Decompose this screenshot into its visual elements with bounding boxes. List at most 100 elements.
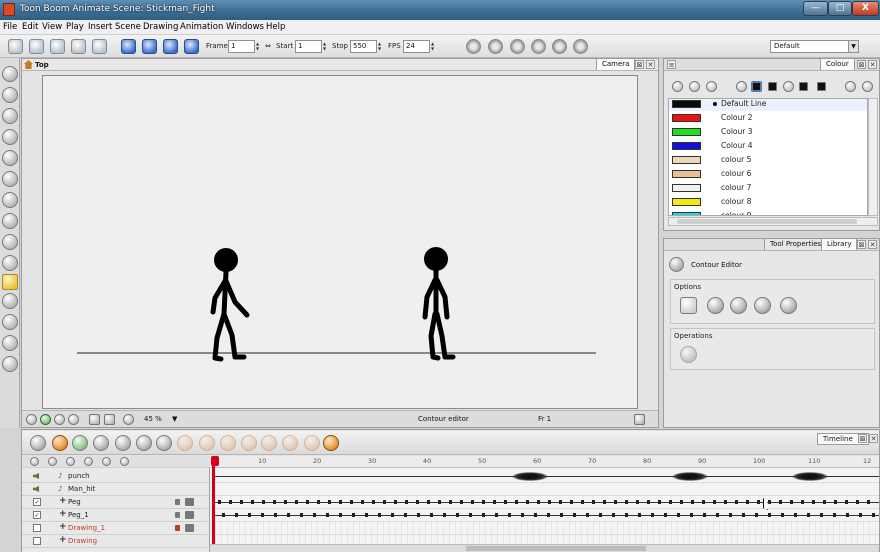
workspace-layout-select[interactable]: Default ▼ — [770, 40, 859, 53]
keyframe-marker[interactable] — [416, 500, 419, 504]
keyframe-marker[interactable] — [794, 513, 797, 517]
timeline-menu-icon[interactable] — [30, 435, 46, 451]
keyframe-marker[interactable] — [703, 513, 706, 517]
keyframe-marker[interactable] — [812, 500, 815, 504]
keyframe-marker[interactable] — [625, 513, 628, 517]
secondary-colour-swatch[interactable] — [799, 82, 808, 91]
keyframe-marker[interactable] — [859, 513, 862, 517]
zoom-tool-icon[interactable] — [2, 314, 18, 330]
keyframe-marker[interactable] — [856, 500, 859, 504]
layer-row-man-hit[interactable]: ♪ Man_hit — [22, 483, 210, 496]
add-keyframe-icon[interactable] — [115, 435, 131, 451]
keyframe-marker[interactable] — [287, 513, 290, 517]
keyframe-marker[interactable] — [251, 500, 254, 504]
drawing-stage[interactable] — [42, 75, 638, 409]
lock-icon[interactable] — [175, 499, 180, 505]
layer-visible-checkbox[interactable] — [33, 524, 41, 532]
keyframe-marker[interactable] — [521, 513, 524, 517]
sound-icon[interactable] — [163, 39, 178, 54]
paint-colour-icon[interactable] — [783, 81, 794, 92]
dropper-tool-icon[interactable] — [2, 213, 18, 229]
colour-name[interactable]: Colour 4 — [721, 141, 753, 150]
pencil-tool-icon[interactable] — [2, 129, 18, 145]
remove-colour-icon[interactable] — [689, 81, 700, 92]
keyframe-marker[interactable] — [599, 513, 602, 517]
hand-tool-icon[interactable] — [2, 255, 18, 271]
sound-scrub-icon[interactable] — [184, 39, 199, 54]
add-colour-icon[interactable] — [672, 81, 683, 92]
eraser-tool-icon[interactable] — [2, 150, 18, 166]
line-tool-icon[interactable] — [2, 192, 18, 208]
maximize-button[interactable]: □ — [828, 1, 852, 16]
expand-layer-icon[interactable]: + — [59, 496, 67, 506]
lasso-option-icon[interactable] — [707, 297, 724, 314]
keyframe-marker[interactable] — [417, 513, 420, 517]
keyframe-marker[interactable] — [394, 500, 397, 504]
keyframe-marker[interactable] — [284, 500, 287, 504]
keyframe-marker[interactable] — [273, 500, 276, 504]
add-sound-icon[interactable] — [93, 435, 109, 451]
layer-row-drawing-1[interactable]: + Drawing_1 — [22, 522, 210, 535]
loop-icon[interactable] — [142, 39, 157, 54]
colour-swatch[interactable] — [672, 212, 701, 215]
keyframe-marker[interactable] — [724, 500, 727, 504]
keyframe-marker[interactable] — [449, 500, 452, 504]
keyframe-marker[interactable] — [768, 500, 771, 504]
colour-row[interactable]: Default Line — [669, 99, 867, 111]
colour-swatch[interactable] — [672, 114, 701, 122]
keyframe-marker[interactable] — [833, 513, 836, 517]
colour-swatch[interactable] — [672, 156, 701, 164]
stop-motion-icon[interactable] — [220, 435, 236, 451]
add-peg-icon[interactable] — [72, 435, 88, 451]
colour-row[interactable]: colour 5 — [669, 153, 867, 167]
menu-insert[interactable]: Insert — [88, 22, 112, 32]
colour-row[interactable]: colour 8 — [669, 195, 867, 209]
keyframe-marker[interactable] — [547, 513, 550, 517]
colour-swatch[interactable] — [672, 128, 701, 136]
keyframe-marker[interactable] — [677, 513, 680, 517]
keyframe-marker[interactable] — [365, 513, 368, 517]
keyframe-marker[interactable] — [378, 513, 381, 517]
flip-icon[interactable] — [531, 39, 546, 54]
lock-icon[interactable] — [175, 525, 180, 531]
close-panel-icon[interactable]: ✕ — [868, 60, 877, 69]
chevron-down-icon[interactable]: ▼ — [848, 41, 858, 52]
colour-name[interactable]: colour 5 — [721, 155, 751, 164]
layer-visible-checkbox[interactable]: ✓ — [33, 511, 41, 519]
lock-icon[interactable] — [175, 512, 180, 518]
colour-name[interactable]: colour 8 — [721, 197, 751, 206]
keyframe-marker[interactable] — [638, 513, 641, 517]
keyframe-marker[interactable] — [746, 500, 749, 504]
keyframe-marker[interactable] — [372, 500, 375, 504]
keyframe-marker[interactable] — [328, 500, 331, 504]
keyframe-marker[interactable] — [313, 513, 316, 517]
text-tool-icon[interactable] — [2, 234, 18, 250]
keyframe-marker[interactable] — [482, 513, 485, 517]
home-icon[interactable] — [24, 60, 33, 69]
grid-snap-option-icon[interactable] — [780, 297, 797, 314]
keyframe-marker[interactable] — [713, 500, 716, 504]
colour-row[interactable]: Colour 2 — [669, 111, 867, 125]
motion-keyframe-icon[interactable] — [199, 435, 215, 451]
close-panel-icon[interactable]: ✕ — [868, 240, 877, 249]
keyframe-marker[interactable] — [493, 500, 496, 504]
keyframe-marker[interactable] — [295, 500, 298, 504]
rotate-tool-icon[interactable] — [2, 335, 18, 351]
keyframe-marker[interactable] — [790, 500, 793, 504]
view-options-icon[interactable] — [634, 414, 645, 425]
zoom-fit-icon[interactable] — [26, 414, 37, 425]
colour-list-scrollbar[interactable] — [868, 98, 878, 216]
marquee-option-icon[interactable] — [730, 297, 747, 314]
field-chart-icon[interactable] — [104, 414, 115, 425]
colour-list[interactable]: Default Line Colour 2 Colour 3 Colour 4 colo… — [668, 98, 868, 216]
colour-row[interactable]: colour 6 — [669, 167, 867, 181]
morph-tool-icon[interactable] — [2, 293, 18, 309]
keyframe-marker[interactable] — [350, 500, 353, 504]
colour-swatch[interactable] — [672, 100, 701, 108]
keyframe-marker[interactable] — [339, 500, 342, 504]
frame-field[interactable]: 1 — [228, 40, 261, 53]
frames-peg-1[interactable] — [210, 509, 879, 522]
menu-scene[interactable]: Scene — [115, 22, 141, 32]
delete-frame-icon[interactable] — [177, 435, 193, 451]
keyframe-marker[interactable] — [691, 500, 694, 504]
